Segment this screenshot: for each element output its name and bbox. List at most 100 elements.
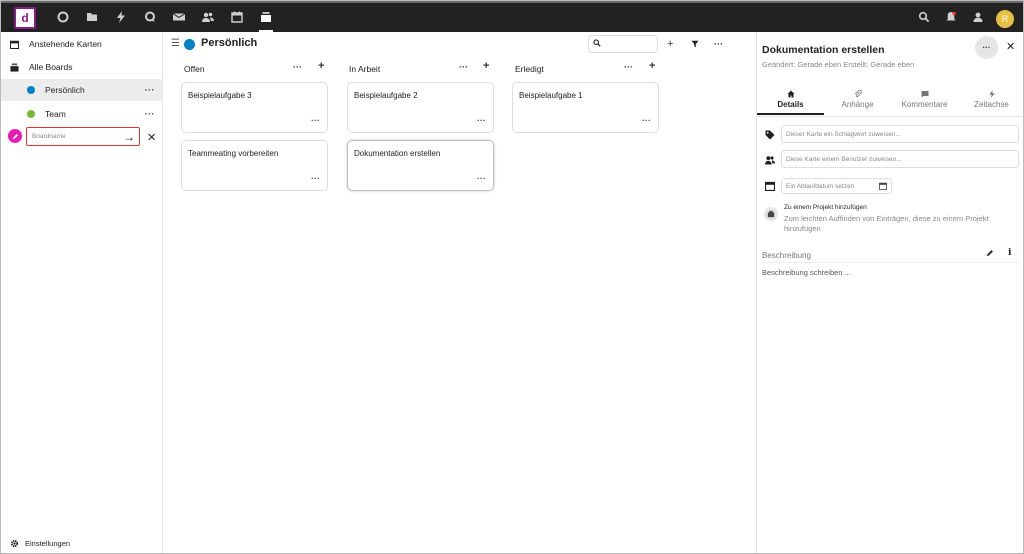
settings-button[interactable]: Einstellungen	[10, 539, 70, 548]
card[interactable]: Beispielaufgabe 3 ···	[181, 82, 328, 133]
add-stack-icon[interactable]: +	[667, 38, 673, 50]
card-more-icon[interactable]: ···	[642, 116, 651, 125]
filter-icon[interactable]	[691, 39, 699, 51]
home-icon	[787, 90, 794, 98]
card-more-icon[interactable]: ···	[311, 174, 320, 183]
app-window: d R Anstehende Karten Alle Boards Persön…	[0, 0, 1024, 554]
tab-label: Details	[777, 100, 804, 109]
sidebar-item-label: Anstehende Karten	[29, 39, 102, 49]
add-project-link[interactable]: Zu einem Projekt hinzufügen	[784, 204, 867, 211]
arrow-right-icon[interactable]: →	[123, 130, 135, 144]
deck-icon	[10, 62, 19, 72]
stack-title: Offen	[184, 64, 205, 74]
close-icon[interactable]: ✕	[147, 131, 156, 144]
add-project-description: Zum leichten Auffinden von Einträgen, di…	[784, 214, 989, 233]
stack-title: Erledigt	[515, 64, 544, 74]
card-title: Teammeating vorbereiten	[188, 149, 279, 158]
avatar-initial: R	[1001, 14, 1009, 24]
settings-label: Einstellungen	[25, 539, 71, 548]
talk-icon[interactable]	[143, 10, 157, 24]
close-icon[interactable]: ✕	[1006, 40, 1015, 53]
activity-icon	[988, 90, 995, 98]
pencil-icon	[12, 133, 18, 139]
dashboard-icon[interactable]	[56, 10, 70, 24]
gear-icon	[10, 539, 19, 548]
deck-logo[interactable]: d	[14, 7, 36, 29]
stack-title: In Arbeit	[349, 64, 381, 74]
card[interactable]: Teammeating vorbereiten ···	[181, 140, 328, 191]
calendar-icon	[10, 40, 19, 49]
info-icon[interactable]: i	[1008, 248, 1011, 258]
sidebar-item-board-team[interactable]: Team ···	[1, 103, 163, 125]
board-color-picker[interactable]	[8, 129, 22, 143]
stack-more-icon[interactable]: ···	[459, 62, 468, 72]
mail-icon[interactable]	[172, 10, 186, 24]
sidebar-item-all-boards[interactable]: Alle Boards	[1, 56, 163, 78]
board-more-icon[interactable]: ···	[714, 39, 723, 49]
user-placeholder: Diese Karte einem Benutzer zuweisen...	[786, 155, 902, 163]
card-detail-title[interactable]: Dokumentation erstellen	[762, 44, 885, 56]
pencil-icon[interactable]	[986, 249, 994, 259]
assign-user-field[interactable]: Diese Karte einem Benutzer zuweisen...	[781, 150, 1019, 168]
board-actions-icon[interactable]: ···	[145, 85, 156, 95]
description-divider	[762, 262, 1019, 263]
card[interactable]: Beispielaufgabe 2 ···	[347, 82, 494, 133]
board-actions-icon[interactable]: ···	[145, 109, 156, 119]
card-more-icon[interactable]: ···	[975, 36, 998, 59]
board-name-input[interactable]: Boardname →	[26, 127, 140, 146]
tab-label: Anhänge	[841, 100, 874, 109]
board-title: Persönlich	[201, 37, 258, 49]
files-icon[interactable]	[85, 10, 99, 24]
card-title: Beispielaufgabe 2	[354, 91, 418, 100]
contacts-icon[interactable]	[201, 10, 215, 24]
board-main: ☰ Persönlich + ··· Offen ··· + Beispiela…	[163, 32, 756, 553]
card-detail-panel: Dokumentation erstellen Geändert: Gerade…	[756, 32, 1023, 553]
tab-timeline[interactable]: Zeitachse	[958, 87, 1023, 115]
tab-details[interactable]: Details	[757, 87, 824, 115]
board-color-dot	[27, 110, 35, 118]
user-avatar[interactable]: R	[996, 10, 1014, 28]
search-icon[interactable]	[917, 10, 931, 24]
detail-tabs: Details Anhänge Kommentare Zeitachse	[757, 87, 1023, 117]
board-color-dot	[184, 39, 195, 50]
card-more-icon[interactable]: ···	[477, 116, 486, 125]
search-input[interactable]	[588, 35, 658, 53]
calendar-icon[interactable]	[230, 10, 244, 24]
menu-icon[interactable]: ☰	[171, 38, 180, 49]
card-title: Beispielaufgabe 1	[519, 91, 583, 100]
card-more-icon[interactable]: ···	[477, 174, 486, 183]
card[interactable]: Beispielaufgabe 1 ···	[512, 82, 659, 133]
description-editor[interactable]: Beschreibung schreiben ...	[762, 268, 851, 277]
card-detail-subtitle: Geändert: Gerade eben Erstellt: Gerade e…	[762, 60, 915, 69]
sidebar-item-label: Team	[45, 109, 66, 119]
tag-icon	[765, 130, 775, 140]
card-selected[interactable]: Dokumentation erstellen ···	[347, 140, 494, 191]
tag-field[interactable]: Dieser Karte ein Schlagwort zuweisen...	[781, 125, 1019, 143]
calendar-icon[interactable]	[879, 182, 887, 190]
logo-text: d	[21, 11, 29, 25]
tab-comments[interactable]: Kommentare	[891, 87, 958, 115]
card-title: Dokumentation erstellen	[354, 149, 441, 158]
deck-icon[interactable]	[259, 10, 273, 24]
card-title: Beispielaufgabe 3	[188, 91, 252, 100]
sidebar-item-label: Persönlich	[45, 85, 85, 95]
board-color-dot	[27, 86, 35, 94]
sidebar: Anstehende Karten Alle Boards Persönlich…	[1, 32, 163, 553]
add-card-icon[interactable]: +	[318, 60, 324, 72]
tab-attachments[interactable]: Anhänge	[824, 87, 891, 115]
tab-label: Zeitachse	[974, 100, 1009, 109]
stack-more-icon[interactable]: ···	[293, 62, 302, 72]
contacts-menu-icon[interactable]	[971, 10, 985, 24]
activity-icon[interactable]	[114, 10, 128, 24]
sidebar-item-label: Alle Boards	[29, 62, 73, 72]
due-date-field[interactable]: Ein Ablaufdatum setzen	[781, 178, 892, 194]
tab-label: Kommentare	[901, 100, 948, 109]
sidebar-item-board-persoenlich[interactable]: Persönlich ···	[1, 79, 163, 101]
add-card-icon[interactable]: +	[649, 60, 655, 72]
add-card-icon[interactable]: +	[483, 60, 489, 72]
sidebar-item-upcoming[interactable]: Anstehende Karten	[1, 33, 163, 55]
notifications-icon[interactable]	[944, 10, 958, 24]
comment-icon	[921, 91, 928, 98]
card-more-icon[interactable]: ···	[311, 116, 320, 125]
stack-more-icon[interactable]: ···	[624, 62, 633, 72]
